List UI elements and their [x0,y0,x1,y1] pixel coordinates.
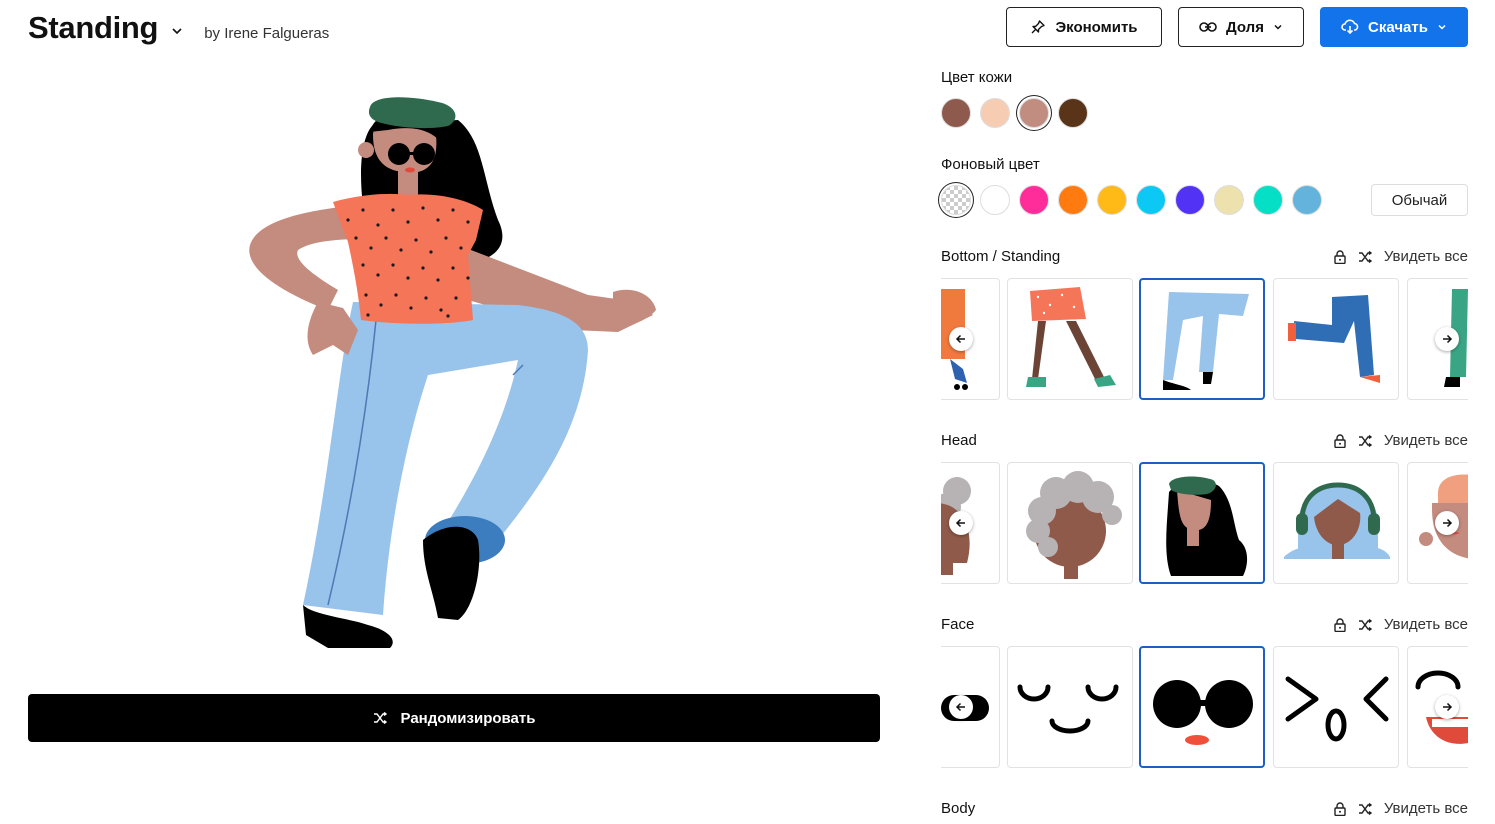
bottom-option-tile[interactable] [1007,278,1133,400]
scroll-right-button[interactable] [1435,327,1459,351]
see-all-link[interactable]: Увидеть все [1384,616,1468,633]
page-title: Standing [28,10,159,45]
illustration-canvas [28,70,880,674]
background-color-swatch-selected[interactable] [941,185,971,215]
download-label: Скачать [1368,18,1428,36]
chevron-down-icon [1274,24,1282,30]
randomize-button[interactable]: Рандомизировать [28,694,880,742]
background-color-swatch[interactable] [980,185,1010,215]
bottom-option-tile[interactable] [1273,278,1399,400]
author-credit: by Irene Falgueras [204,25,330,42]
save-label: Экономить [1055,18,1138,36]
background-color-swatch[interactable] [1292,185,1322,215]
background-color-swatch[interactable] [1058,185,1088,215]
face-option-tile[interactable] [1273,646,1399,768]
see-all-link[interactable]: Увидеть все [1384,800,1468,817]
arrow-left-icon [955,334,965,344]
background-color-swatch[interactable] [1097,185,1127,215]
arrow-left-icon [955,702,965,712]
arrow-left-icon [955,518,965,528]
category-name: Bottom / Standing [941,248,1061,265]
arrow-right-icon [1443,518,1453,528]
shuffle-icon[interactable] [1358,618,1372,631]
save-button[interactable]: Экономить [1006,7,1162,47]
skin-color-swatch[interactable] [1058,98,1088,128]
background-color-swatch[interactable] [1214,185,1244,215]
skin-color-swatch[interactable] [980,98,1010,128]
chevron-down-icon [1438,24,1446,30]
background-color-label: Фоновый цвет [941,156,1040,173]
lock-icon[interactable] [1334,433,1346,448]
scroll-right-button[interactable] [1435,695,1459,719]
head-option-tile[interactable] [1273,462,1399,584]
arrow-right-icon [1443,702,1453,712]
background-color-swatch[interactable] [1019,185,1049,215]
character-illustration [249,97,656,648]
scroll-right-button[interactable] [1435,511,1459,535]
pin-icon [1031,20,1046,34]
category-name: Head [941,432,977,449]
face-option-tile-selected[interactable] [1139,646,1265,768]
category-header-body: Body Увидеть все [941,800,1468,817]
top-actions: Экономить Доля Скачать [1006,7,1468,47]
custom-color-button[interactable]: Обычай [1371,184,1468,216]
link-icon [1199,22,1217,32]
page-header: Standing by Irene Falgueras [28,10,329,46]
background-color-swatch[interactable] [1253,185,1283,215]
skin-color-swatch[interactable] [941,98,971,128]
scroll-left-button[interactable] [949,511,973,535]
lock-icon[interactable] [1334,801,1346,816]
share-label: Доля [1226,18,1264,36]
share-button[interactable]: Доля [1178,7,1304,47]
background-color-swatch[interactable] [1175,185,1205,215]
download-button[interactable]: Скачать [1320,7,1468,47]
chevron-down-icon[interactable] [170,24,184,38]
background-color-swatch[interactable] [1136,185,1166,215]
see-all-link[interactable]: Увидеть все [1384,248,1468,265]
shuffle-icon[interactable] [1358,802,1372,815]
scroll-left-button[interactable] [949,695,973,719]
bottom-option-tile-selected[interactable] [1139,278,1265,400]
skin-color-swatch-selected[interactable] [1019,98,1049,128]
category-header-head: Head Увидеть все [941,432,1468,449]
see-all-link[interactable]: Увидеть все [1384,432,1468,449]
shuffle-icon[interactable] [1358,434,1372,447]
category-name: Body [941,800,976,817]
scroll-left-button[interactable] [949,327,973,351]
shuffle-icon[interactable] [1358,250,1372,263]
background-color-swatches [941,185,1322,215]
category-header-face: Face Увидеть все [941,616,1468,633]
bottom-options-strip [941,278,1468,402]
head-options-strip [941,462,1468,586]
category-name: Face [941,616,975,633]
lock-icon[interactable] [1334,617,1346,632]
skin-color-label: Цвет кожи [941,69,1013,86]
head-option-tile[interactable] [1007,462,1133,584]
face-option-tile[interactable] [1007,646,1133,768]
cloud-download-icon [1341,19,1359,35]
face-options-strip [941,646,1468,770]
category-header-bottom: Bottom / Standing Увидеть все [941,248,1468,265]
head-option-tile-selected[interactable] [1139,462,1265,584]
lock-icon[interactable] [1334,249,1346,264]
skin-color-swatches [941,98,1088,128]
shuffle-icon [373,712,387,724]
randomize-label: Рандомизировать [400,709,536,727]
arrow-right-icon [1443,334,1453,344]
